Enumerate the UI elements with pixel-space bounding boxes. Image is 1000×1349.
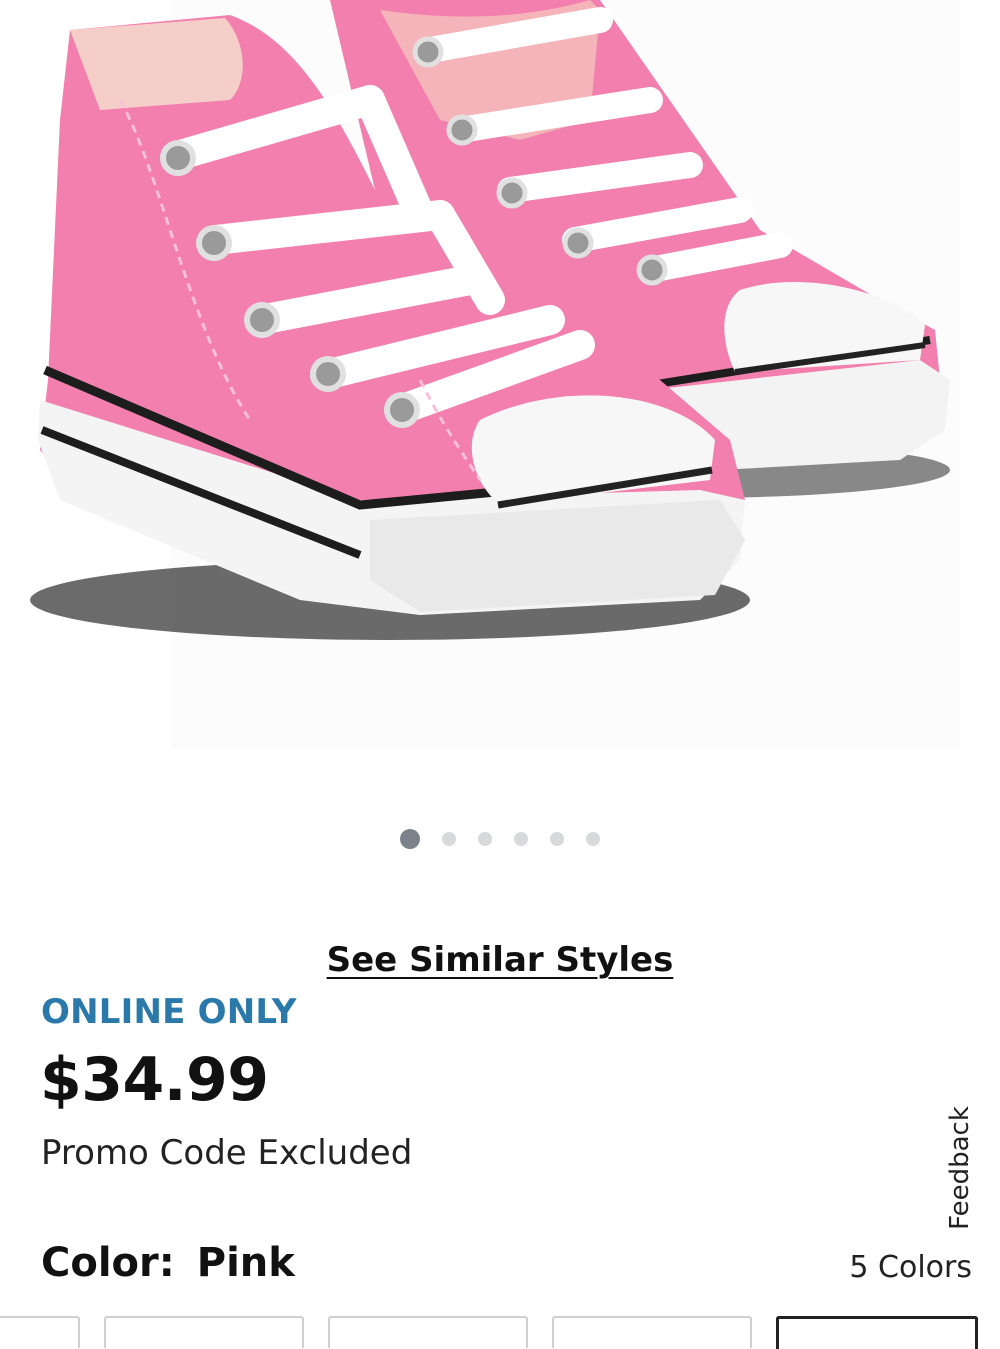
carousel-dots	[0, 828, 1000, 850]
color-selector-label: Color: Pink	[41, 1240, 295, 1286]
color-swatch[interactable]	[0, 1316, 80, 1348]
color-label-text: Color:	[41, 1240, 175, 1286]
color-swatch[interactable]	[328, 1316, 528, 1348]
color-count: 5 Colors	[849, 1250, 972, 1285]
carousel-dot[interactable]	[442, 832, 456, 846]
online-only-badge: ONLINE ONLY	[41, 992, 297, 1032]
color-swatch[interactable]	[552, 1316, 752, 1348]
carousel-dot[interactable]	[586, 832, 600, 846]
carousel-dot[interactable]	[478, 832, 492, 846]
carousel-dot-active[interactable]	[400, 829, 420, 849]
feedback-label: Feedback	[945, 1106, 975, 1230]
product-price: $34.99	[40, 1045, 269, 1115]
color-swatches	[0, 1316, 1000, 1349]
carousel-dot[interactable]	[514, 832, 528, 846]
see-similar-styles-link[interactable]: See Similar Styles	[0, 940, 1000, 980]
feedback-tab[interactable]: Feedback	[940, 1098, 980, 1238]
sneaker-illustration	[30, 0, 960, 750]
promo-note: Promo Code Excluded	[41, 1133, 413, 1173]
color-swatch[interactable]	[104, 1316, 304, 1348]
carousel-dot[interactable]	[550, 832, 564, 846]
selected-color-name: Pink	[196, 1240, 295, 1286]
product-image[interactable]	[0, 0, 1000, 790]
